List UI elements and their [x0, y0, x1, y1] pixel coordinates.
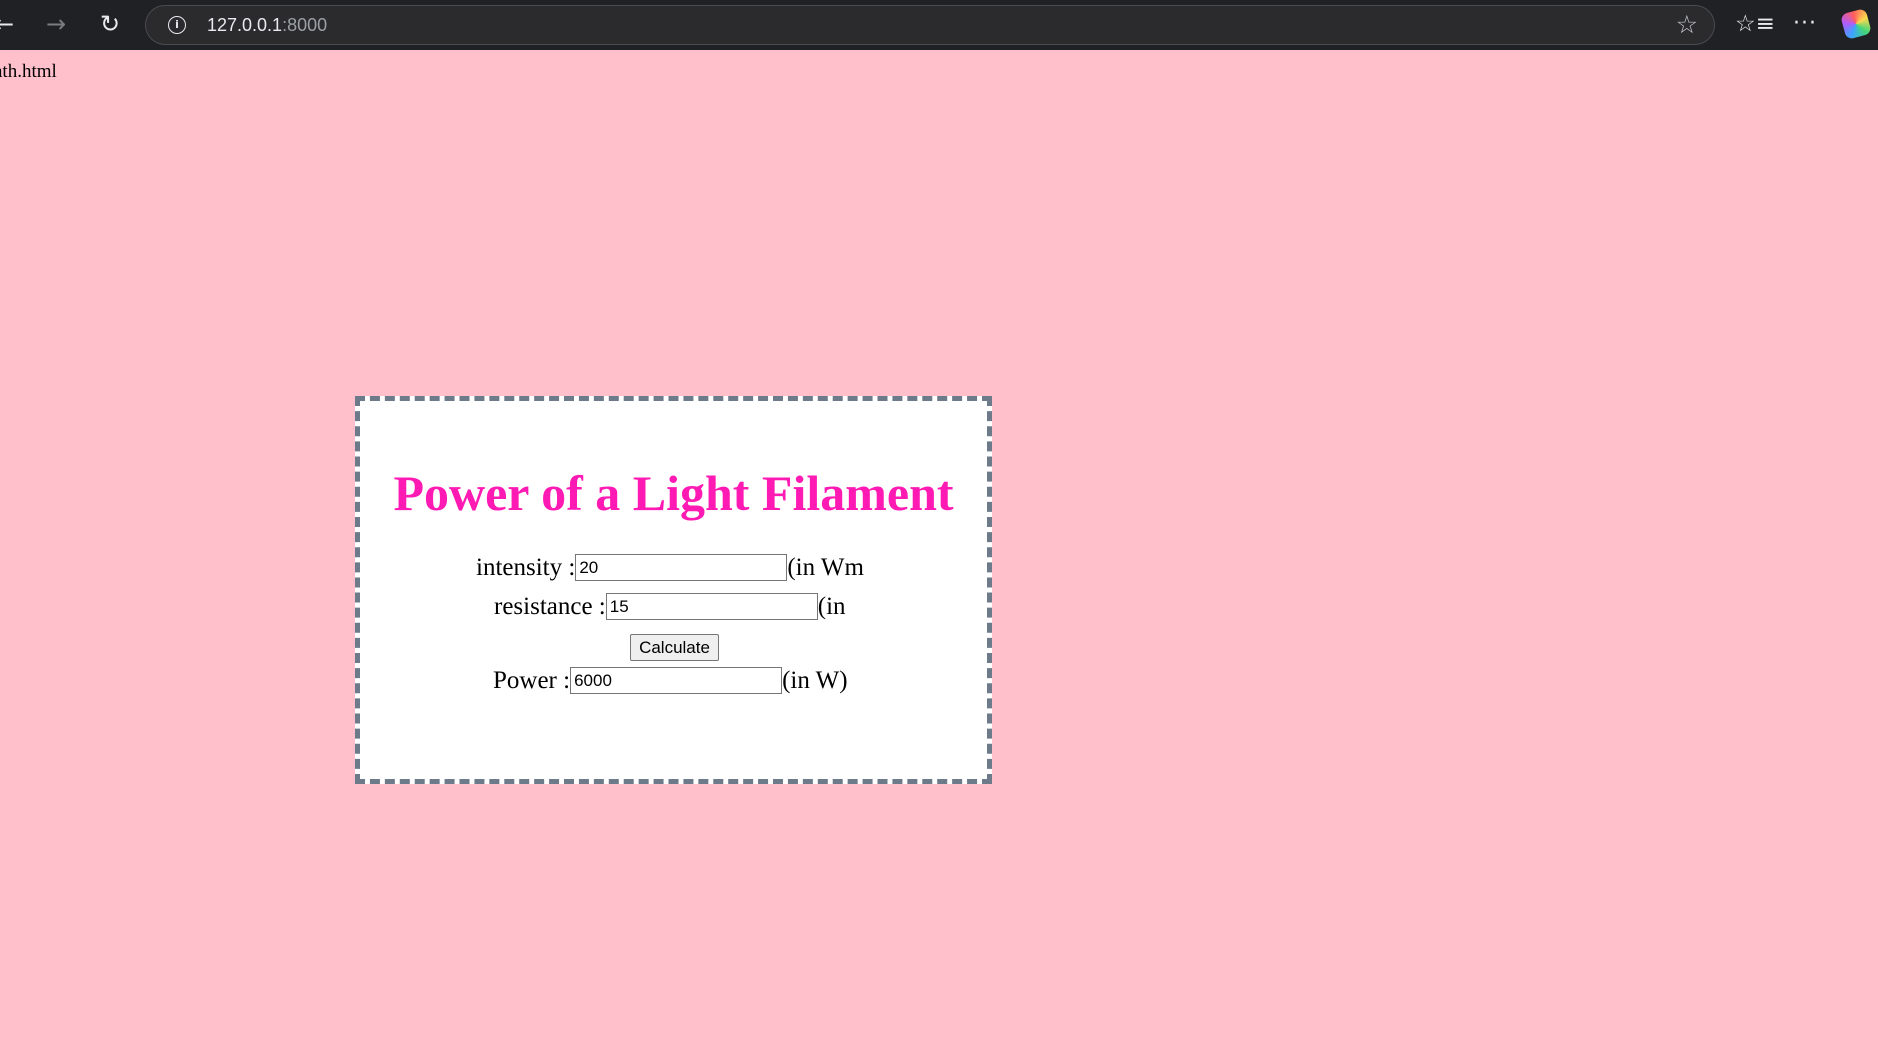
browser-toolbar: ← → ↻ i 127.0.0.1:8000 ☆ ☆≡ ···: [0, 0, 1878, 50]
site-info-icon[interactable]: i: [168, 16, 186, 34]
resistance-label: resistance :: [494, 593, 606, 620]
intensity-input[interactable]: [575, 553, 788, 581]
intensity-unit: (in Wm: [787, 554, 864, 581]
url-host: 127.0.0.1: [207, 15, 283, 35]
favorites-icon[interactable]: ☆≡: [1735, 9, 1775, 39]
calculator-card: Power of a Light Filament intensity : (i…: [355, 396, 992, 784]
more-options-icon[interactable]: ···: [1789, 9, 1821, 39]
copilot-icon[interactable]: [1840, 8, 1872, 40]
power-unit: (in W): [782, 667, 848, 694]
power-label: Power :: [493, 667, 571, 694]
url-text[interactable]: 127.0.0.1:8000: [207, 15, 327, 35]
resistance-input[interactable]: [605, 592, 818, 620]
resistance-unit: (in: [817, 593, 846, 620]
intensity-row: intensity : (in Wm: [476, 553, 864, 583]
url-port: :8000: [282, 15, 328, 35]
forward-icon[interactable]: →: [40, 8, 72, 40]
reload-icon[interactable]: ↻: [94, 8, 126, 40]
intensity-label: intensity :: [476, 554, 576, 581]
page-path-text: ath.html: [0, 61, 57, 82]
favorite-star-icon[interactable]: ☆: [1676, 11, 1698, 39]
address-bar[interactable]: i 127.0.0.1:8000 ☆: [145, 5, 1715, 45]
calculate-button[interactable]: Calculate: [630, 634, 719, 661]
power-row: Power : (in W): [493, 666, 848, 696]
page-title: Power of a Light Filament: [393, 465, 954, 521]
power-output[interactable]: [570, 666, 783, 694]
back-icon[interactable]: ←: [0, 8, 14, 40]
resistance-row: resistance : (in: [494, 592, 846, 622]
